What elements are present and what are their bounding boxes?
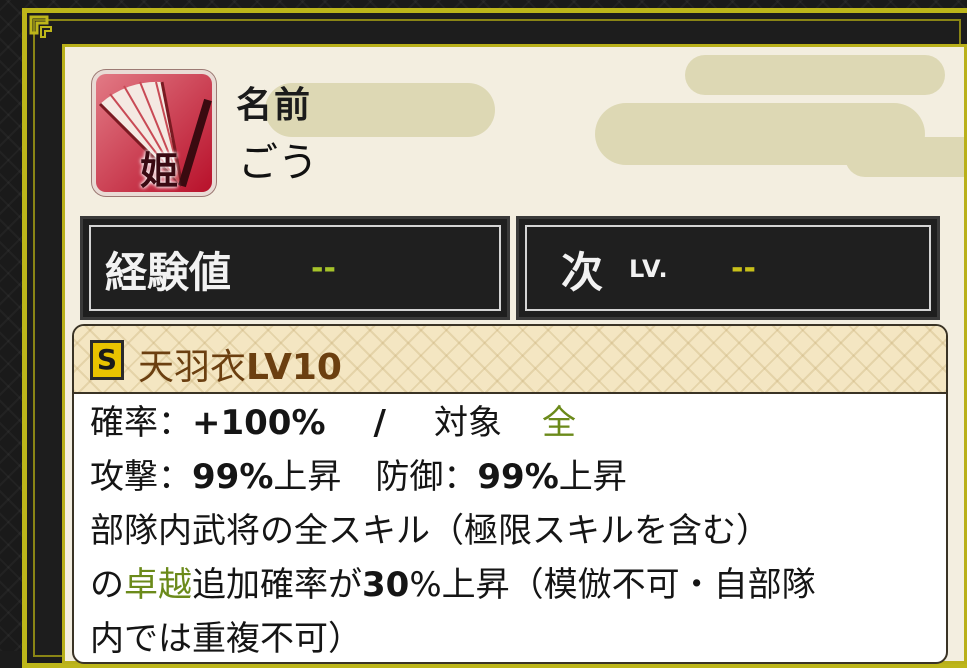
- attack-label: 攻撃：: [90, 457, 192, 497]
- skill-desc-line-2: の卓越追加確率が30%上昇（模倣不可・自部隊: [90, 558, 936, 612]
- desc-suffix: %上昇（模倣不可・自部隊: [409, 565, 816, 605]
- name-label: 名前: [236, 84, 313, 126]
- next-level-box: 次 LV. --: [516, 216, 940, 320]
- desc-highlight: 卓越: [124, 565, 192, 605]
- skill-header: S 天羽衣LV10: [74, 326, 946, 394]
- attack-value: 99%: [192, 457, 274, 497]
- next-level-label: 次: [561, 248, 604, 297]
- skill-name: 天羽衣LV10: [138, 338, 342, 390]
- attack-suffix: 上昇: [273, 457, 342, 497]
- separator: /: [373, 403, 386, 443]
- corner-ornament-icon: [29, 15, 52, 38]
- rate-value: +100%: [192, 403, 326, 443]
- skill-name-text: 天羽衣: [138, 347, 247, 388]
- target-label: 対象: [433, 403, 502, 443]
- cloud-decoration: [685, 55, 945, 95]
- desc-value: 30: [362, 565, 410, 605]
- experience-label: 経験値: [105, 248, 232, 297]
- defense-value: 99%: [477, 457, 559, 497]
- experience-value: --: [311, 251, 336, 286]
- rate-label: 確率：: [90, 403, 192, 443]
- character-avatar[interactable]: 姫: [92, 70, 216, 196]
- skill-level: LV10: [246, 347, 342, 388]
- desc-mid: 追加確率が: [192, 565, 362, 605]
- skill-description: 確率：+100% / 対象全 攻撃：99%上昇 防御：99%上昇 部隊内武将の全スキル…: [90, 396, 936, 662]
- skill-stats-line: 攻撃：99%上昇 防御：99%上昇: [90, 450, 936, 504]
- skill-desc-line-3: 内では重複不可）: [90, 619, 362, 659]
- character-name: ごう: [238, 140, 318, 186]
- cloud-decoration: [845, 137, 964, 177]
- skill-card: S 天羽衣LV10 確率：+100% / 対象全 攻撃：99%上昇 防御：99%上昇 …: [72, 324, 948, 664]
- experience-box: 経験値 --: [80, 216, 510, 320]
- target-value: 全: [541, 403, 576, 443]
- next-level-value: --: [731, 251, 756, 286]
- skill-desc-line-1: 部隊内武将の全スキル（極限スキルを含む）: [90, 511, 770, 551]
- desc-prefix: の: [90, 565, 124, 605]
- skill-rank-badge: S: [90, 340, 124, 380]
- skill-rate-line: 確率：+100% / 対象全: [90, 396, 936, 450]
- avatar-badge: 姫: [140, 148, 179, 193]
- next-level-lv-label: LV.: [629, 255, 669, 283]
- defense-label: 防御：: [375, 457, 478, 497]
- defense-suffix: 上昇: [558, 457, 627, 497]
